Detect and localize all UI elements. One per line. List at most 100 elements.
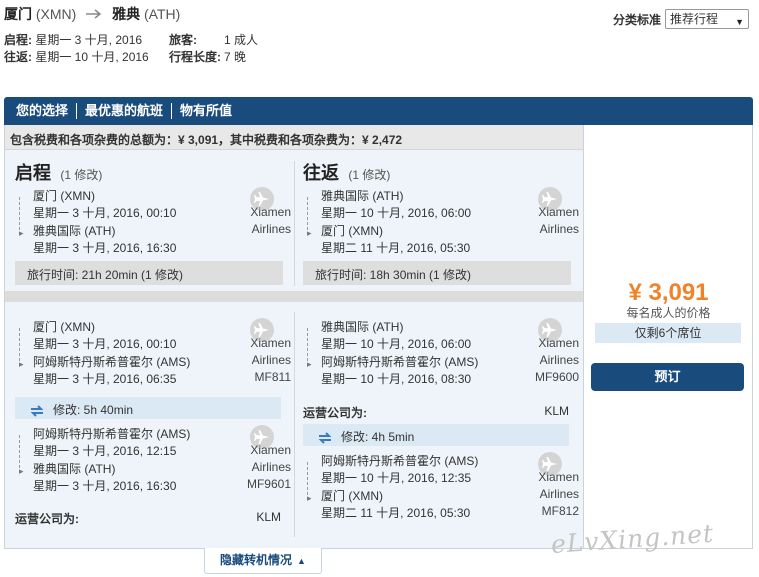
flight-number: MF9600 bbox=[534, 370, 579, 384]
leg-arrival-airport: 厦门 (XMN) bbox=[321, 224, 383, 238]
total-price: ¥ 3,091 bbox=[628, 279, 709, 306]
route-rail bbox=[307, 328, 308, 361]
leg-departure-time: 星期一 3 十月, 2016, 00:10 bbox=[33, 337, 177, 351]
leg-departure-time: 星期一 3 十月, 2016, 00:10 bbox=[33, 206, 177, 220]
flight-number: MF9601 bbox=[246, 477, 291, 491]
travelers-label: 旅客: bbox=[169, 33, 197, 47]
leg-arrival-time: 星期一 3 十月, 2016, 16:30 bbox=[33, 241, 177, 255]
tab-best-value[interactable]: 物有所值 bbox=[172, 103, 240, 119]
sort-control: 分类标准 推荐行程 ▼ bbox=[613, 9, 750, 29]
airline-name-line-2: Airlines bbox=[251, 353, 291, 367]
outbound-heading: 启程 (1 修改) bbox=[15, 159, 102, 185]
dest-city: 雅典 bbox=[112, 6, 141, 22]
price-panel: ¥ 3,091 每名成人的价格 仅剩6个席位 预订 bbox=[584, 125, 753, 549]
leg-departure-time: 星期一 10 十月, 2016, 06:00 bbox=[321, 337, 472, 351]
leg-departure-airport: 阿姆斯特丹斯希普霍尔 (AMS) bbox=[321, 454, 479, 468]
airline-name-line-1: Xiamen bbox=[538, 205, 579, 219]
outbound-operator-label: 运营公司为: bbox=[15, 512, 79, 526]
leg-arrival-time: 星期一 3 十月, 2016, 16:30 bbox=[33, 479, 177, 493]
route-title: 厦门 (XMN) 雅典 (ATH) bbox=[4, 4, 180, 24]
route-rail bbox=[19, 435, 20, 468]
sort-selected-value: 推荐行程 bbox=[670, 12, 719, 26]
outbound-layover-text: 修改: 5h 40min bbox=[53, 403, 134, 417]
inbound-travel-time: 旅行时间: 18h 30min (1 修改) bbox=[303, 261, 571, 285]
rail-arrow-icon: ▸ bbox=[307, 493, 312, 503]
detail-outbound-leg-2: ▸ 阿姆斯特丹斯希普霍尔 (AMS) 星期一 3 十月, 2016, 12:15 雅典… bbox=[15, 425, 291, 495]
airline-name-line-2: Airlines bbox=[539, 487, 579, 501]
book-button[interactable]: 预订 bbox=[591, 363, 744, 391]
length-label: 行程长度: bbox=[169, 50, 221, 64]
return-date: 星期一 10 十月, 2016 bbox=[35, 50, 149, 64]
return-label: 往返: bbox=[4, 50, 32, 64]
detail-outbound-leg-1: ▸ 厦门 (XMN) 星期一 3 十月, 2016, 00:10 阿姆斯特丹斯希普霍尔… bbox=[15, 318, 291, 388]
outbound-stops: (1 修改) bbox=[60, 168, 103, 182]
inbound-layover-text: 修改: 4h 5min bbox=[341, 430, 415, 444]
route-rail bbox=[307, 197, 308, 230]
triangle-up-icon: ▲ bbox=[297, 556, 306, 566]
outbound-operator-value: KLM bbox=[256, 510, 281, 524]
swap-arrows-icon bbox=[30, 405, 44, 417]
caret-down-icon: ▼ bbox=[735, 17, 745, 27]
leg-departure-airport: 阿姆斯特丹斯希普霍尔 (AMS) bbox=[33, 427, 191, 441]
sort-label: 分类标准 bbox=[613, 12, 662, 27]
inbound-operator-value: KLM bbox=[544, 404, 569, 418]
inbound-layover: 修改: 4h 5min bbox=[303, 424, 569, 446]
leg-departure-time: 星期一 10 十月, 2016, 06:00 bbox=[321, 206, 472, 220]
detail-inbound-leg-2: ▸ 阿姆斯特丹斯希普霍尔 (AMS) 星期一 10 十月, 2016, 12:35 厦… bbox=[303, 452, 579, 522]
airline-name-line-1: Xiamen bbox=[250, 443, 291, 457]
outbound-travel-time: 旅行时间: 21h 20min (1 修改) bbox=[15, 261, 283, 285]
outbound-layover: 修改: 5h 40min bbox=[15, 397, 281, 419]
airline-name: Xiamen Airlines MF9601 bbox=[215, 442, 291, 493]
inbound-heading: 往返 (1 修改) bbox=[303, 159, 390, 185]
airline-name-line-2: Airlines bbox=[539, 353, 579, 367]
leg-departure-time: 星期一 10 十月, 2016, 12:35 bbox=[321, 471, 472, 485]
airline-name-line-2: Airlines bbox=[251, 222, 291, 236]
section-separator bbox=[5, 291, 583, 302]
outbound-title: 启程 bbox=[15, 163, 51, 183]
hide-connections-toggle[interactable]: 隐藏转机情况 ▲ bbox=[204, 548, 322, 574]
leg-arrival-time: 星期一 10 十月, 2016, 08:30 bbox=[321, 372, 472, 386]
tab-cheapest[interactable]: 最优惠的航班 bbox=[77, 103, 173, 119]
outbound-operator: 运营公司为: KLM bbox=[15, 510, 281, 527]
inbound-operator: 运营公司为: KLM bbox=[303, 404, 569, 421]
column-divider bbox=[294, 161, 295, 286]
leg-arrival-airport: 阿姆斯特丹斯希普霍尔 (AMS) bbox=[33, 355, 191, 369]
sort-select[interactable]: 推荐行程 ▼ bbox=[665, 9, 750, 29]
arrow-right-icon bbox=[86, 6, 102, 22]
leg-departure-airport: 雅典国际 (ATH) bbox=[321, 189, 404, 203]
detail-block: ▸ 厦门 (XMN) 星期一 3 十月, 2016, 00:10 阿姆斯特丹斯希普霍尔… bbox=[5, 302, 583, 547]
airline-name: Xiamen Airlines MF812 bbox=[503, 469, 579, 520]
rail-arrow-icon: ▸ bbox=[19, 466, 24, 476]
inbound-title: 往返 bbox=[303, 163, 339, 183]
leg-departure-time: 星期一 3 十月, 2016, 12:15 bbox=[33, 444, 177, 458]
leg-departure-airport: 厦门 (XMN) bbox=[33, 320, 95, 334]
rail-arrow-icon: ▸ bbox=[19, 228, 24, 238]
swap-arrows-icon bbox=[318, 432, 332, 444]
airline-name-line-1: Xiamen bbox=[538, 470, 579, 484]
leg-arrival-airport: 雅典国际 (ATH) bbox=[33, 462, 116, 476]
leg-arrival-time: 星期二 11 十月, 2016, 05:30 bbox=[321, 241, 471, 255]
inbound-stops: (1 修改) bbox=[348, 168, 391, 182]
seats-left-badge: 仅剩6个席位 bbox=[595, 323, 741, 343]
total-price-line: 包含税费和各项杂费的总额为：¥ 3,091，其中税费和各项杂费为：¥ 2,472 bbox=[5, 125, 583, 150]
airline-name: Xiamen Airlines bbox=[215, 204, 291, 238]
summary-block: 启程 (1 修改) ▸ 厦门 (XMN) 星期一 3 十月, 2016, 00:10… bbox=[5, 151, 583, 291]
route-rail bbox=[307, 462, 308, 495]
airline-name-line-1: Xiamen bbox=[250, 336, 291, 350]
tab-your-choice[interactable]: 您的选择 bbox=[8, 103, 78, 119]
length-value: 7 晚 bbox=[224, 50, 247, 64]
depart-label: 启程: bbox=[4, 33, 32, 47]
depart-date: 星期一 3 十月, 2016 bbox=[35, 33, 143, 47]
result-tabs: 您的选择 最优惠的航班 物有所值 bbox=[4, 97, 753, 125]
route-rail bbox=[19, 328, 20, 361]
leg-departure-airport: 厦门 (XMN) bbox=[33, 189, 95, 203]
airline-name: Xiamen Airlines MF9600 bbox=[503, 335, 579, 386]
airline-name-line-1: Xiamen bbox=[538, 336, 579, 350]
leg-arrival-airport: 雅典国际 (ATH) bbox=[33, 224, 116, 238]
airline-name-line-1: Xiamen bbox=[250, 205, 291, 219]
dest-code: (ATH) bbox=[144, 6, 181, 22]
origin-city: 厦门 bbox=[4, 6, 32, 22]
rail-arrow-icon: ▸ bbox=[19, 359, 24, 369]
price-per-adult: 每名成人的价格 bbox=[626, 306, 711, 320]
summary-outbound-leg: ▸ 厦门 (XMN) 星期一 3 十月, 2016, 00:10 雅典国际 (ATH)… bbox=[15, 187, 291, 257]
